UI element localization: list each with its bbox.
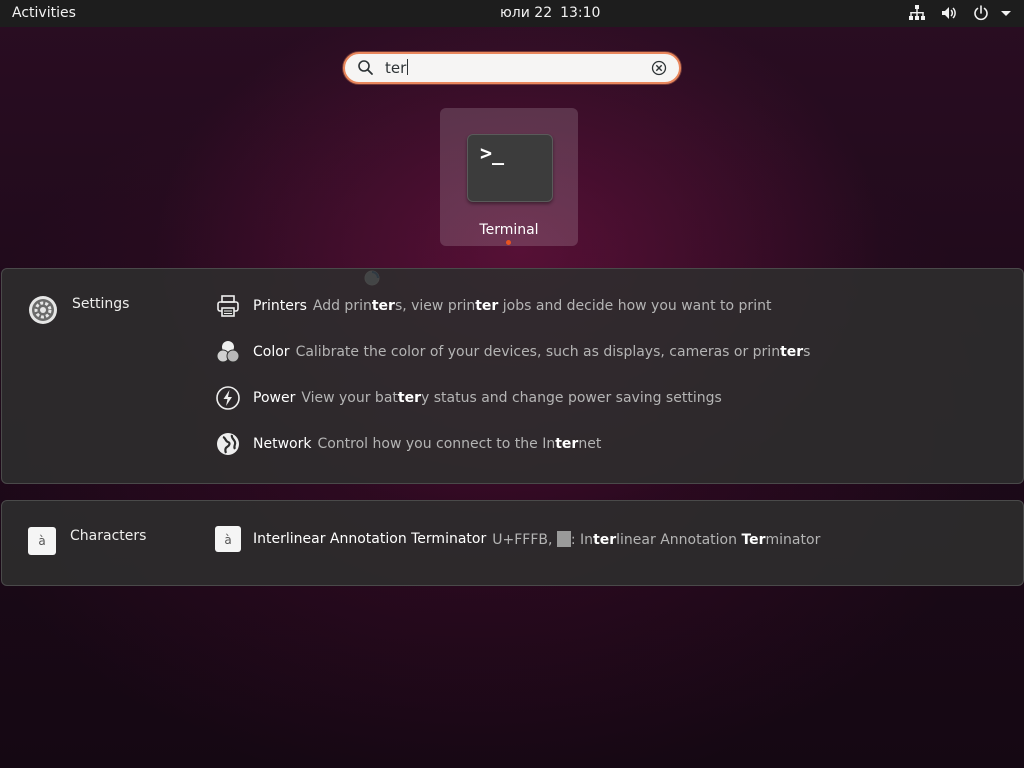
clear-icon[interactable]: [651, 60, 667, 76]
result-power[interactable]: Power View your battery status and chang…: [215, 385, 722, 411]
result-color[interactable]: Color Calibrate the color of your device…: [215, 339, 810, 365]
clock-time: 13:10: [560, 5, 601, 21]
settings-gear-icon: [28, 295, 58, 325]
result-title: Interlinear Annotation Terminator: [253, 531, 487, 547]
result-description: Add printers, view printer jobs and deci…: [313, 298, 772, 314]
clock-date: юли 22: [500, 5, 553, 21]
power-icon[interactable]: [972, 4, 990, 22]
result-title: Printers: [253, 298, 307, 314]
match-highlight: ter: [371, 298, 395, 314]
search-query-text: ter: [385, 59, 407, 77]
result-interlinear-annotation-terminator[interactable]: à Interlinear Annotation Terminator U+FF…: [215, 526, 820, 552]
result-description: View your battery status and change powe…: [301, 390, 721, 406]
search-entry[interactable]: ter: [343, 52, 681, 84]
result-title: Color: [253, 344, 290, 360]
description-text: Control how you connect to the In: [317, 436, 556, 452]
match-highlight: Ter: [741, 531, 766, 548]
characters-results-panel: à Characters à Interlinear Annotation Te…: [1, 500, 1024, 586]
power-bolt-icon: [215, 385, 241, 411]
text-caret: [407, 59, 409, 75]
provider-settings[interactable]: Settings: [28, 295, 129, 325]
description-text: View your bat: [301, 390, 398, 406]
running-indicator: [506, 240, 511, 245]
result-description: U+FFFB, : Interlinear Annotation Termina…: [492, 530, 820, 548]
description-text: s, view prin: [394, 298, 476, 314]
description-text: y status and change power saving setting…: [420, 390, 722, 406]
chevron-down-icon[interactable]: [1000, 4, 1012, 22]
description-text: jobs and decide how you want to print: [498, 298, 772, 314]
description-text: net: [578, 436, 602, 452]
description-text: Calibrate the color of your devices, suc…: [295, 344, 781, 360]
characters-icon: à: [28, 527, 56, 555]
match-highlight: ter: [780, 344, 804, 360]
activities-button[interactable]: Activities: [12, 5, 76, 21]
description-text: linear Annotation: [616, 531, 742, 548]
result-printers[interactable]: Printers Add printers, view printer jobs…: [215, 293, 771, 319]
app-result-terminal[interactable]: >_ Terminal: [440, 108, 578, 246]
volume-icon[interactable]: [940, 4, 958, 22]
match-highlight: ter: [475, 298, 499, 314]
match-highlight: ter: [397, 390, 421, 406]
globe-icon: [215, 431, 241, 457]
description-text: s: [803, 344, 811, 360]
clock[interactable]: юли 22 13:10: [500, 5, 600, 21]
character-glyph-box: [556, 530, 571, 547]
color-icon: [215, 339, 241, 365]
description-text: : In: [570, 531, 594, 548]
printer-icon: [215, 293, 241, 319]
characters-icon: à: [215, 526, 241, 552]
result-description-rest: : Interlinear Annotation Terminator: [571, 532, 820, 548]
codepoint-text: U+FFFB,: [492, 531, 553, 548]
result-title: Power: [253, 390, 296, 406]
result-description: Control how you connect to the Internet: [317, 436, 601, 452]
description-text: minator: [765, 531, 821, 548]
match-highlight: ter: [555, 436, 579, 452]
search-icon: [357, 59, 374, 76]
provider-name: Settings: [72, 296, 130, 312]
search-input[interactable]: ter: [385, 59, 409, 77]
description-text: Add prin: [312, 298, 372, 314]
result-description: Calibrate the color of your devices, suc…: [296, 344, 811, 360]
result-title: Network: [253, 436, 312, 452]
system-tray[interactable]: [894, 4, 1012, 22]
network-icon[interactable]: [908, 4, 926, 22]
provider-name: Characters: [70, 528, 147, 544]
match-highlight: ter: [593, 531, 617, 548]
settings-results-panel: Settings Printers Add printers, view pri…: [1, 268, 1024, 484]
app-label: Terminal: [479, 222, 539, 238]
provider-characters[interactable]: à Characters: [28, 527, 146, 555]
result-network[interactable]: Network Control how you connect to the I…: [215, 431, 601, 457]
terminal-icon: >_: [467, 134, 553, 202]
top-bar: Activities юли 22 13:10: [0, 0, 1024, 27]
